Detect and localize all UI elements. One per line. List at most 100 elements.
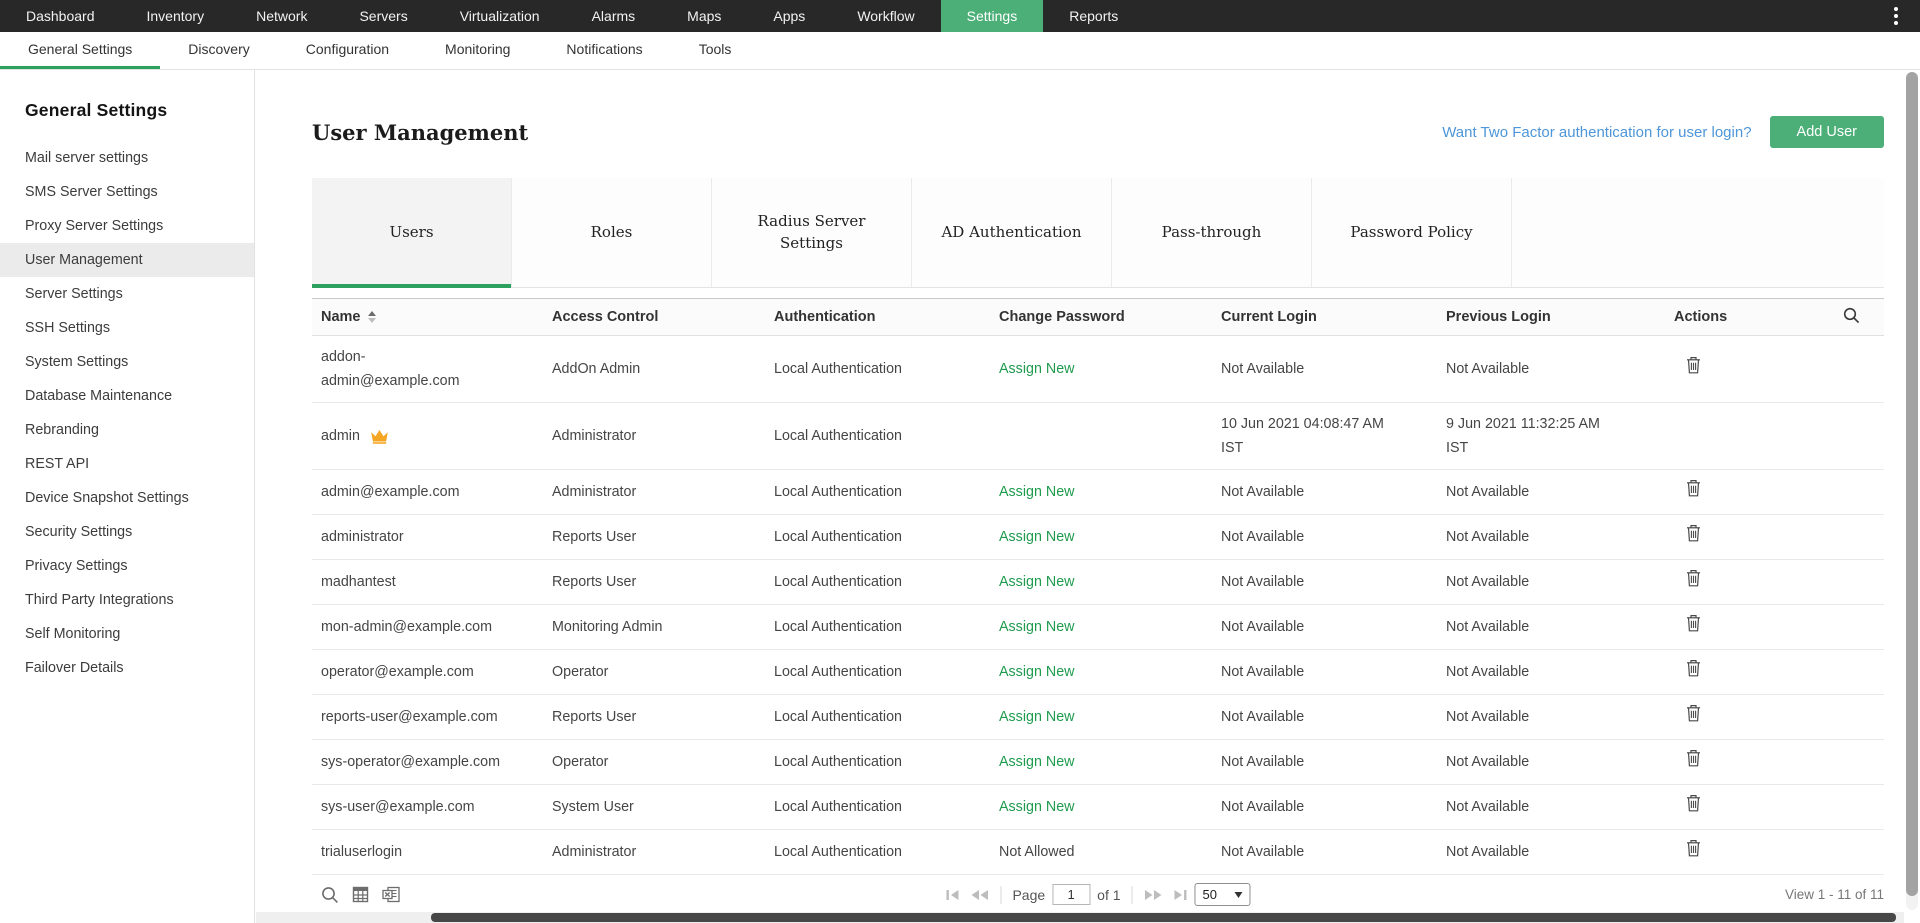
page-input[interactable]	[1052, 884, 1090, 905]
sidebar-item-device-snapshot-settings[interactable]: Device Snapshot Settings	[0, 481, 254, 515]
access-control-cell: Administrator	[543, 471, 765, 513]
nav-item-virtualization[interactable]: Virtualization	[434, 0, 566, 32]
sidebar-item-mail-server-settings[interactable]: Mail server settings	[0, 141, 254, 175]
next-page-icon[interactable]	[1144, 889, 1164, 901]
nav-item-inventory[interactable]: Inventory	[121, 0, 231, 32]
nav-item-workflow[interactable]: Workflow	[831, 0, 940, 32]
delete-user-button[interactable]	[1686, 794, 1701, 815]
add-user-button[interactable]: Add User	[1770, 116, 1884, 148]
delete-user-button[interactable]	[1686, 569, 1701, 590]
assign-new-link[interactable]: Assign New	[999, 619, 1075, 635]
tab-pass-through[interactable]: Pass-through	[1112, 178, 1312, 287]
actions-cell	[1665, 650, 1815, 694]
export-table-icon[interactable]	[352, 886, 369, 903]
sidebar-item-system-settings[interactable]: System Settings	[0, 345, 254, 379]
row-search-cell	[1815, 798, 1884, 816]
sidebar-item-ssh-settings[interactable]: SSH Settings	[0, 311, 254, 345]
assign-new-link[interactable]: Assign New	[999, 754, 1075, 770]
delete-user-button[interactable]	[1686, 614, 1701, 635]
assign-new-link[interactable]: Assign New	[999, 484, 1075, 500]
prev-page-icon[interactable]	[969, 889, 989, 901]
authentication-cell: Local Authentication	[765, 471, 990, 513]
last-page-icon[interactable]	[1171, 889, 1188, 901]
sidebar-item-self-monitoring[interactable]: Self Monitoring	[0, 617, 254, 651]
sidebar-item-security-settings[interactable]: Security Settings	[0, 515, 254, 549]
column-header-name[interactable]: Name	[312, 309, 543, 325]
sidebar-item-user-management[interactable]: User Management	[0, 243, 254, 277]
tab-ad-authentication[interactable]: AD Authentication	[912, 178, 1112, 287]
search-icon[interactable]	[321, 886, 339, 904]
subnav-item-discovery[interactable]: Discovery	[160, 32, 277, 69]
access-control-cell: Monitoring Admin	[543, 606, 765, 648]
top-navbar: DashboardInventoryNetworkServersVirtuali…	[0, 0, 1920, 32]
nav-item-network[interactable]: Network	[230, 0, 333, 32]
delete-user-button[interactable]	[1686, 479, 1701, 500]
horizontal-scrollbar[interactable]	[256, 912, 1904, 923]
column-header-authentication[interactable]: Authentication	[765, 309, 990, 325]
subnav-item-general-settings[interactable]: General Settings	[0, 32, 160, 69]
change-password-cell: Assign New	[990, 651, 1212, 693]
delete-user-button[interactable]	[1686, 704, 1701, 725]
column-header-label: Authentication	[774, 309, 876, 325]
sidebar-item-database-maintenance[interactable]: Database Maintenance	[0, 379, 254, 413]
nav-item-apps[interactable]: Apps	[747, 0, 831, 32]
column-header-label: Access Control	[552, 309, 658, 325]
nav-item-settings[interactable]: Settings	[941, 0, 1044, 32]
delete-user-button[interactable]	[1686, 749, 1701, 770]
vertical-scrollbar[interactable]	[1906, 72, 1918, 910]
search-icon[interactable]	[1843, 307, 1860, 328]
assign-new-link[interactable]: Assign New	[999, 574, 1075, 590]
previous-login-cell: Not Available	[1437, 741, 1665, 783]
name-cell: sys-user@example.com	[312, 786, 543, 828]
user-name: trialuserlogin	[321, 840, 402, 864]
column-header-change-password[interactable]: Change Password	[990, 309, 1212, 325]
page-size-select[interactable]: 50	[1195, 883, 1251, 906]
name-cell: mon-admin@example.com	[312, 606, 543, 648]
assign-new-link[interactable]: Assign New	[999, 709, 1075, 725]
nav-item-maps[interactable]: Maps	[661, 0, 747, 32]
delete-user-button[interactable]	[1686, 839, 1701, 860]
subnav-item-monitoring[interactable]: Monitoring	[417, 32, 538, 69]
kebab-menu-icon[interactable]	[1888, 0, 1904, 32]
change-password-cell	[990, 427, 1212, 445]
tab-roles[interactable]: Roles	[512, 178, 712, 287]
user-name: sys-operator@example.com	[321, 750, 500, 774]
sidebar-item-rest-api[interactable]: REST API	[0, 447, 254, 481]
nav-item-servers[interactable]: Servers	[333, 0, 433, 32]
sort-arrows-icon[interactable]	[368, 311, 376, 323]
column-header-current-login[interactable]: Current Login	[1212, 309, 1437, 325]
sidebar-item-sms-server-settings[interactable]: SMS Server Settings	[0, 175, 254, 209]
two-factor-link[interactable]: Want Two Factor authentication for user …	[1442, 124, 1751, 141]
delete-user-button[interactable]	[1686, 356, 1701, 377]
subnav-item-notifications[interactable]: Notifications	[538, 32, 670, 69]
sidebar-item-failover-details[interactable]: Failover Details	[0, 651, 254, 685]
first-page-icon[interactable]	[945, 889, 962, 901]
authentication-value: Local Authentication	[774, 844, 902, 860]
main-content: User Management Want Two Factor authenti…	[255, 70, 1920, 923]
sidebar-item-server-settings[interactable]: Server Settings	[0, 277, 254, 311]
nav-item-reports[interactable]: Reports	[1043, 0, 1144, 32]
tab-users[interactable]: Users	[312, 178, 512, 287]
nav-item-alarms[interactable]: Alarms	[566, 0, 662, 32]
column-header-actions[interactable]: Actions	[1665, 309, 1815, 325]
export-excel-icon[interactable]	[382, 886, 401, 903]
delete-user-button[interactable]	[1686, 659, 1701, 680]
authentication-value: Local Authentication	[774, 754, 902, 770]
column-header-access-control[interactable]: Access Control	[543, 309, 765, 325]
assign-new-link[interactable]: Assign New	[999, 664, 1075, 680]
assign-new-link[interactable]: Assign New	[999, 799, 1075, 815]
assign-new-link[interactable]: Assign New	[999, 529, 1075, 545]
sidebar-item-rebranding[interactable]: Rebranding	[0, 413, 254, 447]
sidebar-item-third-party-integrations[interactable]: Third Party Integrations	[0, 583, 254, 617]
tab-password-policy[interactable]: Password Policy	[1312, 178, 1512, 287]
nav-item-dashboard[interactable]: Dashboard	[0, 0, 121, 32]
sidebar-item-proxy-server-settings[interactable]: Proxy Server Settings	[0, 209, 254, 243]
subnav-item-tools[interactable]: Tools	[671, 32, 760, 69]
assign-new-link[interactable]: Assign New	[999, 361, 1075, 377]
sidebar-item-privacy-settings[interactable]: Privacy Settings	[0, 549, 254, 583]
column-header-previous-login[interactable]: Previous Login	[1437, 309, 1665, 325]
view-count-text: View 1 - 11 of 11	[1785, 887, 1884, 902]
delete-user-button[interactable]	[1686, 524, 1701, 545]
subnav-item-configuration[interactable]: Configuration	[278, 32, 417, 69]
tab-radius-server-settings[interactable]: Radius Server Settings	[712, 178, 912, 287]
